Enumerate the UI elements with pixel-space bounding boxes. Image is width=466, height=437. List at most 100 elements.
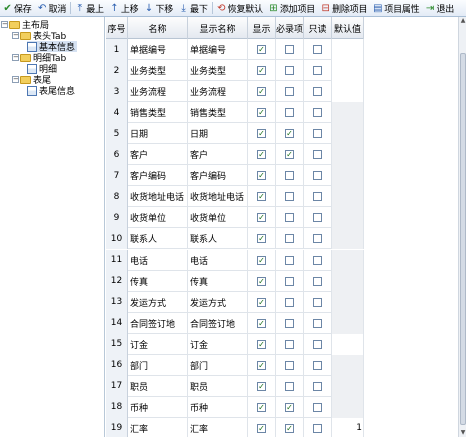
required-checkbox[interactable] — [285, 276, 294, 286]
display-name-cell[interactable]: 客户 — [188, 144, 248, 166]
delete-item-button[interactable]: ⊟ 删除项目 — [318, 1, 370, 16]
cancel-button[interactable]: ↶ 取消 — [35, 1, 70, 16]
collapse-icon[interactable]: − — [1, 21, 8, 28]
default-value-cell[interactable] — [332, 123, 364, 145]
table-row[interactable]: 6 客户 客户 ✓ ✓ — [106, 144, 364, 166]
scroll-down-icon[interactable]: ▼ — [459, 429, 466, 437]
display-name-cell[interactable]: 币种 — [188, 396, 248, 418]
required-checkbox[interactable] — [285, 339, 294, 349]
vertical-scrollbar[interactable]: ▲ ▼ — [458, 17, 466, 437]
required-checkbox[interactable] — [285, 234, 294, 244]
readonly-checkbox[interactable] — [313, 66, 322, 76]
show-checkbox[interactable]: ✓ — [257, 255, 266, 265]
default-value-cell[interactable] — [332, 375, 364, 397]
required-checkbox[interactable] — [285, 213, 294, 223]
field-name-cell[interactable]: 合同签订地 — [128, 312, 188, 334]
col-header-readonly[interactable]: 只读 — [304, 17, 332, 39]
required-checkbox[interactable] — [285, 108, 294, 118]
field-name-cell[interactable]: 客户编码 — [128, 165, 188, 187]
col-header-name[interactable]: 名称 — [128, 17, 188, 39]
display-name-cell[interactable]: 收货地址电话 — [188, 186, 248, 208]
readonly-checkbox[interactable] — [313, 150, 322, 160]
show-checkbox[interactable]: ✓ — [257, 339, 266, 349]
default-value-cell[interactable] — [332, 354, 364, 376]
field-name-cell[interactable]: 单据编号 — [128, 39, 188, 60]
display-name-cell[interactable]: 职员 — [188, 375, 248, 397]
show-checkbox[interactable]: ✓ — [257, 234, 266, 244]
default-value-cell[interactable] — [332, 186, 364, 208]
show-checkbox[interactable]: ✓ — [257, 318, 266, 328]
readonly-checkbox[interactable] — [313, 87, 322, 97]
display-name-cell[interactable]: 收货单位 — [188, 207, 248, 229]
show-checkbox[interactable]: ✓ — [257, 87, 266, 97]
default-value-cell[interactable] — [332, 207, 364, 229]
default-value-cell[interactable] — [332, 312, 364, 334]
col-header-seq[interactable]: 序号 — [106, 17, 128, 39]
readonly-checkbox[interactable] — [313, 255, 322, 265]
readonly-checkbox[interactable] — [313, 171, 322, 181]
col-header-default[interactable]: 默认值 — [332, 17, 364, 39]
display-name-cell[interactable]: 业务流程 — [188, 81, 248, 103]
readonly-checkbox[interactable] — [313, 318, 322, 328]
required-checkbox[interactable]: ✓ — [285, 129, 294, 139]
show-checkbox[interactable]: ✓ — [257, 108, 266, 118]
field-name-cell[interactable]: 传真 — [128, 270, 188, 292]
table-row[interactable]: 3 业务流程 业务流程 ✓ — [106, 81, 364, 103]
default-value-cell[interactable] — [332, 102, 364, 124]
required-checkbox[interactable] — [285, 171, 294, 181]
show-checkbox[interactable]: ✓ — [257, 213, 266, 223]
field-name-cell[interactable]: 业务流程 — [128, 81, 188, 103]
col-header-show[interactable]: 显示 — [248, 17, 276, 39]
table-row[interactable]: 17 职员 职员 ✓ — [106, 375, 364, 397]
default-value-cell[interactable] — [332, 39, 364, 60]
default-value-cell[interactable] — [332, 144, 364, 166]
table-row[interactable]: 19 汇率 汇率 ✓ ✓ 1 — [106, 417, 364, 437]
field-name-cell[interactable]: 订金 — [128, 333, 188, 355]
display-name-cell[interactable]: 日期 — [188, 123, 248, 145]
readonly-checkbox[interactable] — [313, 297, 322, 307]
default-value-cell[interactable] — [332, 249, 364, 271]
display-name-cell[interactable]: 销售类型 — [188, 102, 248, 124]
table-row[interactable]: 4 销售类型 销售类型 ✓ — [106, 102, 364, 124]
default-value-cell[interactable] — [332, 60, 364, 82]
field-name-cell[interactable]: 客户 — [128, 144, 188, 166]
table-row[interactable]: 8 收货地址电话 收货地址电话 ✓ — [106, 186, 364, 208]
required-checkbox[interactable] — [285, 318, 294, 328]
required-checkbox[interactable]: ✓ — [285, 402, 294, 412]
table-row[interactable]: 9 收货单位 收货单位 ✓ — [106, 207, 364, 229]
restore-default-button[interactable]: ⟲ 恢复默认 — [214, 1, 266, 16]
table-row[interactable]: 13 发运方式 发运方式 ✓ — [106, 291, 364, 313]
required-checkbox[interactable] — [285, 66, 294, 76]
collapse-icon[interactable]: − — [12, 32, 19, 39]
display-name-cell[interactable]: 联系人 — [188, 228, 248, 250]
move-up-button[interactable]: ↑ 上移 — [107, 1, 142, 16]
field-name-cell[interactable]: 收货地址电话 — [128, 186, 188, 208]
required-checkbox[interactable] — [285, 255, 294, 265]
display-name-cell[interactable]: 发运方式 — [188, 291, 248, 313]
col-header-required[interactable]: 必录项 — [276, 17, 304, 39]
field-name-cell[interactable]: 收货单位 — [128, 207, 188, 229]
readonly-checkbox[interactable] — [313, 129, 322, 139]
default-value-cell[interactable] — [332, 270, 364, 292]
display-name-cell[interactable]: 传真 — [188, 270, 248, 292]
show-checkbox[interactable]: ✓ — [257, 276, 266, 286]
field-name-cell[interactable]: 销售类型 — [128, 102, 188, 124]
show-checkbox[interactable]: ✓ — [257, 402, 266, 412]
display-name-cell[interactable]: 业务类型 — [188, 60, 248, 82]
save-button[interactable]: ✔ 保存 — [0, 1, 35, 16]
default-value-cell[interactable] — [332, 165, 364, 187]
display-name-cell[interactable]: 客户编码 — [188, 165, 248, 187]
default-value-cell[interactable] — [332, 333, 364, 355]
readonly-checkbox[interactable] — [313, 45, 322, 54]
show-checkbox[interactable]: ✓ — [257, 192, 266, 202]
exit-button[interactable]: ⇥ 退出 — [422, 1, 457, 16]
required-checkbox[interactable] — [285, 297, 294, 307]
field-name-cell[interactable]: 业务类型 — [128, 60, 188, 82]
show-checkbox[interactable]: ✓ — [257, 381, 266, 391]
required-checkbox[interactable] — [285, 87, 294, 97]
required-checkbox[interactable] — [285, 381, 294, 391]
table-row[interactable]: 5 日期 日期 ✓ ✓ — [106, 123, 364, 145]
readonly-checkbox[interactable] — [313, 423, 322, 433]
default-value-cell[interactable]: 1 — [332, 417, 364, 437]
table-row[interactable]: 14 合同签订地 合同签订地 ✓ — [106, 312, 364, 334]
